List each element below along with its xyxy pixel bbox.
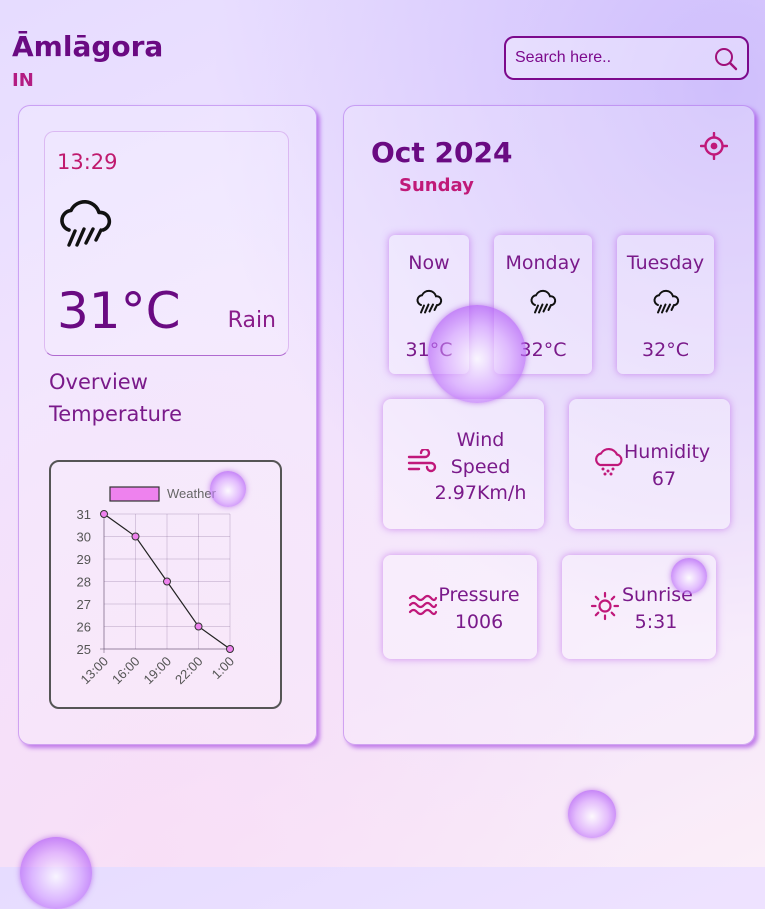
rain-cloud-icon xyxy=(415,288,443,320)
forecast-name: Now xyxy=(408,252,450,274)
city-name: Āmlāgora xyxy=(12,30,164,63)
decorative-bubble xyxy=(210,471,246,507)
search-input[interactable] xyxy=(506,48,712,68)
humidity-value: 67 xyxy=(651,468,677,490)
temperature-chart: 31 30 29 28 27 26 25 13:00 16:00 19:00 22:00 1:00 We… xyxy=(49,460,282,709)
overview-subtitle: Temperature xyxy=(49,402,183,426)
y-tick-label: 29 xyxy=(77,552,91,567)
decorative-bubble xyxy=(428,305,526,403)
legend-swatch xyxy=(109,486,160,502)
rain-cloud-icon xyxy=(529,288,557,320)
data-point xyxy=(226,645,234,653)
wind-speed-card: Wind Speed 2.97Km/h xyxy=(383,399,544,529)
current-condition: Rain xyxy=(227,308,276,333)
data-point xyxy=(163,577,171,586)
search-icon[interactable] xyxy=(713,46,739,76)
x-tick-label: 22:00 xyxy=(172,654,206,688)
forecast-name: Tuesday xyxy=(626,252,705,274)
data-point xyxy=(100,510,108,518)
temperature-chart-svg: 3130292827262513:0016:0019:0022:00 1:00We… xyxy=(77,486,238,688)
overview-heading: Overview Temperature xyxy=(49,366,182,430)
humidity-card: Humidity 67 xyxy=(569,399,730,529)
search-box[interactable] xyxy=(504,36,749,80)
humidity-cloud-icon xyxy=(593,447,623,481)
x-tick-label: 13:00 xyxy=(78,654,112,688)
x-tick-label: 16:00 xyxy=(109,654,143,688)
rain-cloud-icon xyxy=(57,198,113,254)
overview-title: Overview xyxy=(49,370,148,394)
pressure-card: Pressure 1006 xyxy=(383,555,537,659)
sunrise-value: 5:31 xyxy=(634,611,678,633)
current-temperature: 31°C xyxy=(57,282,181,340)
y-tick-label: 25 xyxy=(77,642,91,657)
current-time: 13:29 xyxy=(57,150,118,174)
data-point xyxy=(131,532,140,541)
y-tick-label: 26 xyxy=(77,620,91,635)
waves-icon xyxy=(408,593,438,621)
sun-icon xyxy=(590,591,620,625)
pressure-value: 1006 xyxy=(454,611,504,633)
wind-label-line2: Speed xyxy=(450,456,511,478)
wind-label-line1: Wind xyxy=(456,429,505,451)
humidity-label: Humidity xyxy=(624,441,711,463)
y-tick-label: 28 xyxy=(77,575,91,590)
current-weather-card: 13:29 31°C Rain xyxy=(44,131,289,356)
forecast-name: Monday xyxy=(505,252,581,274)
wind-label: Wind Speed xyxy=(433,427,528,481)
y-tick-label: 27 xyxy=(77,597,91,612)
decorative-bubble xyxy=(671,558,707,594)
x-tick-label: 1:00 xyxy=(209,654,238,683)
decorative-bubble xyxy=(20,837,92,909)
forecast-card-tuesday[interactable]: Tuesday 32°C xyxy=(617,235,714,374)
forecast-temp: 32°C xyxy=(642,339,689,361)
weekday: Sunday xyxy=(399,175,474,196)
decorative-bubble xyxy=(568,790,616,838)
data-point xyxy=(194,622,203,631)
x-tick-label: 19:00 xyxy=(141,654,175,688)
y-tick-label: 31 xyxy=(77,507,91,522)
country-code: IN xyxy=(12,70,34,91)
location-target-icon[interactable] xyxy=(699,131,729,164)
rain-cloud-icon xyxy=(652,288,680,320)
month-year: Oct 2024 xyxy=(371,136,513,169)
pressure-label: Pressure xyxy=(438,584,520,606)
wind-value: 2.97Km/h xyxy=(434,482,527,504)
y-tick-label: 30 xyxy=(77,530,91,545)
